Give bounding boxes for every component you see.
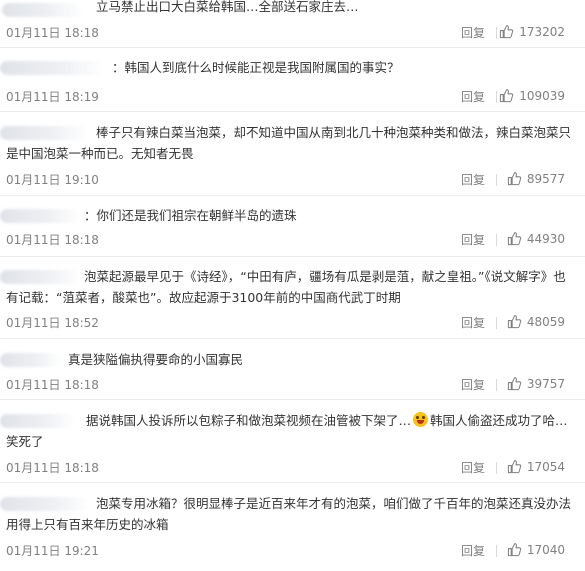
divider bbox=[496, 545, 497, 557]
like-count: 89577 bbox=[526, 171, 565, 186]
thumbs-up-icon bbox=[507, 315, 521, 329]
comment-item: 真是狭隘偏执得要命的小国寡民 01月11日 18:18 回复 39757 bbox=[0, 340, 585, 400]
like-count: 109039 bbox=[519, 88, 565, 103]
comment-time: 01月11日 18:52 bbox=[6, 316, 99, 330]
like-button[interactable]: 17040 bbox=[507, 542, 565, 557]
thumbs-up-icon bbox=[500, 25, 514, 39]
thumbs-up-icon bbox=[507, 543, 521, 557]
thumbs-up-icon bbox=[507, 232, 521, 246]
like-count: 17040 bbox=[526, 542, 565, 557]
like-button[interactable]: 89577 bbox=[507, 171, 565, 186]
divider bbox=[496, 27, 497, 39]
thumbs-up-icon bbox=[507, 460, 521, 474]
comment-text: 据说韩国人投诉所以包粽子和做泡菜视频在油管被下架了… 韩国人偷盗还成功了哈…笑死了 bbox=[6, 410, 577, 452]
reply-button[interactable]: 回复 bbox=[461, 231, 485, 248]
comment-text: ：韩国人到底什么时候能正视是我国附属国的事实？ bbox=[112, 60, 400, 75]
comment-text: 立马禁止出口大白菜给韩国…全部送石家庄去… bbox=[96, 0, 359, 14]
blurred-username bbox=[0, 353, 62, 367]
like-button[interactable]: 39757 bbox=[507, 376, 565, 391]
like-count: 39757 bbox=[526, 376, 565, 391]
like-button[interactable]: 109039 bbox=[499, 88, 565, 103]
comment-text-part: 据说韩国人投诉所以包粽子和做泡菜视频在油管被下架了… bbox=[86, 413, 412, 428]
comment-item: ：韩国人到底什么时候能正视是我国附属国的事实？ 01月11日 18:19 回复 … bbox=[0, 49, 585, 112]
comment-item: ：你们还是我们祖宗在朝鲜半岛的遗珠 01月11日 18:18 回复 44930 bbox=[0, 197, 585, 257]
like-button[interactable]: 173202 bbox=[499, 24, 565, 39]
comment-item: 立马禁止出口大白菜给韩国…全部送石家庄去… 01月11日 18:18 回复 17… bbox=[0, 0, 585, 48]
comment-text: ：你们还是我们祖宗在朝鲜半岛的遗珠 bbox=[84, 208, 297, 223]
like-button[interactable]: 44930 bbox=[507, 231, 565, 246]
reply-button[interactable]: 回复 bbox=[461, 171, 485, 188]
reply-button[interactable]: 回复 bbox=[461, 24, 485, 41]
like-count: 17054 bbox=[526, 459, 565, 474]
comment-text: 泡菜专用冰箱？很明显棒子是近百来年才有的泡菜，咱们做了千百年的泡菜还真没办法用得… bbox=[6, 496, 572, 532]
reply-button[interactable]: 回复 bbox=[461, 88, 485, 105]
blurred-username bbox=[0, 209, 80, 223]
comment-time: 01月11日 18:19 bbox=[6, 90, 99, 104]
comment-time: 01月11日 18:18 bbox=[6, 378, 99, 392]
reply-button[interactable]: 回复 bbox=[461, 542, 485, 559]
reply-button[interactable]: 回复 bbox=[461, 376, 485, 393]
reply-button[interactable]: 回复 bbox=[461, 459, 485, 476]
divider bbox=[496, 91, 497, 103]
comment-item: 据说韩国人投诉所以包粽子和做泡菜视频在油管被下架了… 韩国人偷盗还成功了哈…笑死了… bbox=[0, 401, 585, 483]
comment-list: 立马禁止出口大白菜给韩国…全部送石家庄去… 01月11日 18:18 回复 17… bbox=[0, 0, 585, 571]
like-button[interactable]: 48059 bbox=[507, 314, 565, 329]
comment-item: 泡菜起源最早见于《诗经》，“中田有庐，疆场有瓜是剥是菹，献之皇祖。”《说文解字》… bbox=[0, 258, 585, 339]
divider bbox=[496, 174, 497, 186]
divider bbox=[496, 462, 497, 474]
like-count: 44930 bbox=[526, 231, 565, 246]
blurred-username bbox=[0, 61, 104, 75]
reply-button[interactable]: 回复 bbox=[461, 314, 485, 331]
comment-time: 01月11日 18:18 bbox=[6, 461, 99, 475]
divider bbox=[496, 317, 497, 329]
blurred-username bbox=[2, 3, 82, 17]
divider bbox=[496, 379, 497, 391]
thumbs-up-icon bbox=[500, 89, 514, 103]
like-button[interactable]: 17054 bbox=[507, 459, 565, 474]
thumbs-up-icon bbox=[507, 377, 521, 391]
thumbs-up-icon bbox=[507, 172, 521, 186]
comment-time: 01月11日 19:10 bbox=[6, 173, 99, 187]
grinning-face-icon bbox=[413, 412, 429, 427]
comment-text: 真是狭隘偏执得要命的小国寡民 bbox=[68, 352, 244, 367]
comment-time: 01月11日 18:18 bbox=[6, 233, 99, 247]
comment-text: 棒子只有辣白菜当泡菜，却不知道中国从南到北几十种泡菜种类和做法，辣白菜泡菜只是中… bbox=[6, 125, 572, 161]
divider bbox=[496, 234, 497, 246]
comment-text: 泡菜起源最早见于《诗经》，“中田有庐，疆场有瓜是剥是菹，献之皇祖。”《说文解字》… bbox=[6, 269, 566, 305]
like-count: 48059 bbox=[526, 314, 565, 329]
comment-time: 01月11日 18:18 bbox=[6, 26, 99, 40]
like-count: 173202 bbox=[519, 24, 565, 39]
comment-time: 01月11日 19:21 bbox=[6, 544, 99, 558]
comment-item: 棒子只有辣白菜当泡菜，却不知道中国从南到北几十种泡菜种类和做法，辣白菜泡菜只是中… bbox=[0, 113, 585, 196]
comment-item: 泡菜专用冰箱？很明显棒子是近百来年才有的泡菜，咱们做了千百年的泡菜还真没办法用得… bbox=[0, 484, 585, 571]
